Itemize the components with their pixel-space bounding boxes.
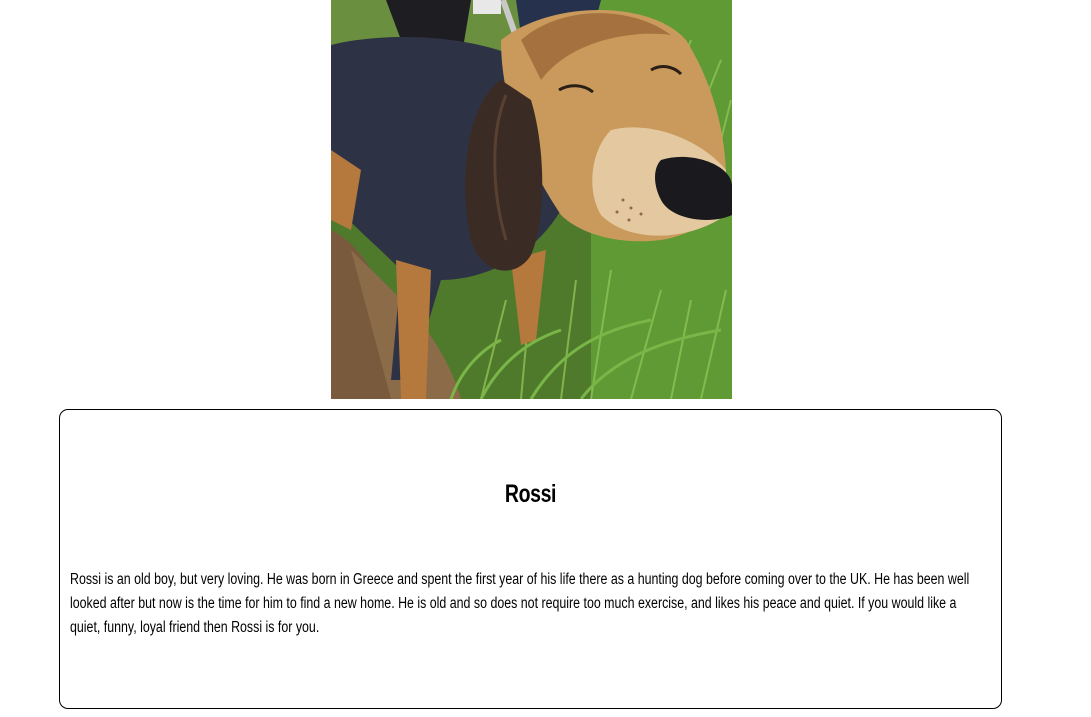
dog-description: Rossi is an old boy, but very loving. He… <box>70 571 970 636</box>
dog-info-card: Rossi Rossi is an old boy, but very lovi… <box>59 409 1002 709</box>
dog-profile-page: Rossi Rossi is an old boy, but very lovi… <box>0 0 1091 717</box>
dog-name-heading: Rossi <box>504 480 557 508</box>
dog-photo <box>331 0 732 399</box>
